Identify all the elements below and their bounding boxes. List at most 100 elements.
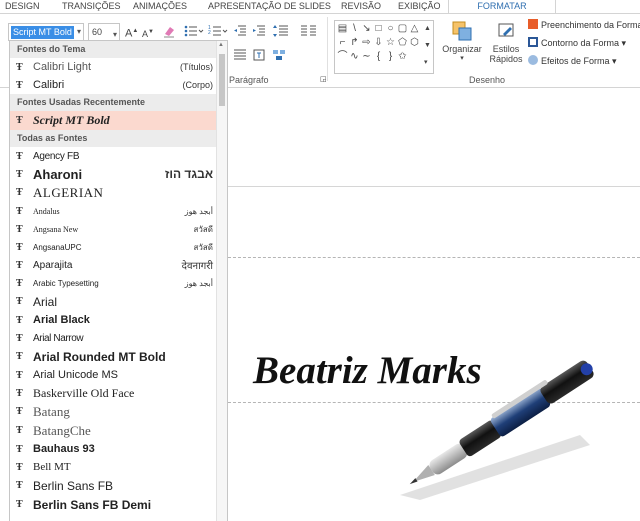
font-item-name: Bell MT: [33, 461, 71, 473]
text-direction-icon[interactable]: [252, 48, 266, 66]
bent-arrow-shape-icon[interactable]: ↱: [349, 37, 360, 48]
tab-transitions[interactable]: TRANSIÇÕES: [62, 0, 121, 13]
right-angle-shape-icon[interactable]: ⌐: [337, 37, 348, 48]
font-item-arabic-typesetting[interactable]: Ŧ Arabic Typesetting أبجد هوز: [10, 274, 227, 292]
curve-shape-icon[interactable]: ∿: [349, 51, 360, 62]
font-size-combobox[interactable]: 60 ▾: [88, 23, 120, 41]
scroll-up-icon[interactable]: ▲: [218, 42, 224, 48]
truetype-icon: Ŧ: [16, 187, 23, 198]
gallery-more-icon[interactable]: ▾: [424, 57, 428, 69]
pen-image[interactable]: [380, 355, 610, 505]
font-item-andalus[interactable]: Ŧ Andalus أبجد هوز: [10, 202, 227, 220]
rounded-rectangle-shape-icon[interactable]: ▢: [397, 23, 408, 34]
font-item-arial-unicode-ms[interactable]: Ŧ Arial Unicode MS: [10, 366, 227, 384]
font-item-bell-mt[interactable]: Ŧ Bell MT: [10, 458, 227, 476]
font-item-batangche[interactable]: Ŧ BatangChe: [10, 421, 227, 440]
shape-fill-button[interactable]: Preenchimento da Forma: [528, 19, 640, 30]
font-item-angsanaupc[interactable]: Ŧ AngsanaUPC สวัสดี: [10, 238, 227, 256]
font-item-sample: สวัสดี: [193, 242, 213, 252]
pen-outline-icon: [528, 37, 538, 47]
arrange-button[interactable]: Organizar ▾: [440, 20, 484, 62]
quick-styles-label: Estilos Rápidos: [489, 44, 523, 64]
font-item-berlin-sans-fb-demi[interactable]: Ŧ Berlin Sans FB Demi: [10, 495, 227, 514]
columns-icon[interactable]: [300, 24, 318, 42]
tab-format[interactable]: FORMATAR: [448, 0, 556, 13]
tab-design[interactable]: DESIGN: [5, 0, 40, 13]
font-item-calibri[interactable]: Ŧ Calibri (Corpo): [10, 76, 227, 94]
gallery-scroll-down-icon[interactable]: ▼: [424, 40, 431, 52]
font-item-baskerville-old-face[interactable]: Ŧ Baskerville Old Face: [10, 384, 227, 402]
shrink-font-icon[interactable]: A▼: [142, 26, 154, 40]
down-arrow-shape-icon[interactable]: ⇩: [373, 37, 384, 48]
font-item-batang[interactable]: Ŧ Batang: [10, 402, 227, 421]
left-brace-shape-icon[interactable]: {: [373, 51, 384, 62]
tab-view[interactable]: EXIBIÇÃO: [398, 0, 441, 13]
font-item-berlin-sans-fb[interactable]: Ŧ Berlin Sans FB: [10, 476, 227, 495]
font-item-arial-black[interactable]: Ŧ Arial Black: [10, 311, 227, 329]
font-item-angsana-new[interactable]: Ŧ Angsana New สวัสดี: [10, 220, 227, 238]
font-item-script-mt-bold[interactable]: Ŧ Script MT Bold: [10, 111, 227, 130]
slide-top-border: [228, 186, 640, 187]
grow-font-icon[interactable]: A▲: [125, 25, 138, 40]
font-item-name: Aharoni: [33, 166, 83, 182]
rectangle-shape-icon[interactable]: □: [373, 23, 384, 34]
oval-shape-icon[interactable]: ○: [385, 23, 396, 34]
arrow-shape-icon[interactable]: ↘: [361, 23, 372, 34]
tab-animations[interactable]: ANIMAÇÕES: [133, 0, 187, 13]
text-box-shape-icon[interactable]: ▤: [337, 23, 348, 34]
dialog-launcher-icon[interactable]: ◲: [320, 74, 327, 86]
right-arrow-shape-icon[interactable]: ⇨: [361, 37, 372, 48]
hexagon-shape-icon[interactable]: ⬡: [409, 37, 420, 48]
truetype-icon: Ŧ: [16, 369, 23, 381]
font-item-sample: देवनागरी: [181, 261, 213, 272]
font-item-calibri-light[interactable]: Ŧ Calibri Light (Títulos): [10, 58, 227, 76]
line-shape-icon[interactable]: \: [349, 23, 360, 34]
tab-slideshow[interactable]: APRESENTAÇÃO DE SLIDES: [208, 0, 331, 13]
font-item-arial-narrow[interactable]: Ŧ Arial Narrow: [10, 329, 227, 347]
group-separator: [327, 17, 328, 81]
font-item-name: Berlin Sans FB Demi: [33, 497, 152, 512]
triangle-shape-icon[interactable]: △: [409, 23, 420, 34]
decrease-indent-icon[interactable]: [233, 24, 247, 42]
font-item-usage: (Corpo): [182, 80, 213, 90]
font-item-aharoni[interactable]: Ŧ Aharoni אבגד הוז: [10, 165, 227, 183]
arrange-icon: [451, 20, 473, 42]
star-shape-icon[interactable]: ✩: [397, 51, 408, 62]
align-text-icon[interactable]: [233, 48, 247, 66]
ribbon-tab-bar: DESIGN TRANSIÇÕES ANIMAÇÕES APRESENTAÇÃO…: [0, 0, 640, 13]
increase-indent-icon[interactable]: [252, 24, 266, 42]
wave-shape-icon[interactable]: ∼: [361, 51, 372, 62]
right-brace-shape-icon[interactable]: }: [385, 51, 396, 62]
smartart-icon[interactable]: [272, 48, 286, 66]
font-item-aparajita[interactable]: Ŧ Aparajita देवनागरी: [10, 256, 227, 274]
shape-outline-label: Contorno da Forma: [541, 38, 620, 48]
font-dropdown-list[interactable]: Fontes do Tema Ŧ Calibri Light (Títulos)…: [9, 40, 228, 521]
line-spacing-icon[interactable]: [272, 24, 290, 42]
section-header-all-fonts: Todas as Fontes: [10, 130, 227, 147]
font-item-bauhaus-93[interactable]: Ŧ Bauhaus 93: [10, 440, 227, 458]
quick-styles-button[interactable]: Estilos Rápidos: [487, 20, 525, 64]
scrollbar-thumb[interactable]: [219, 54, 225, 106]
font-item-arial[interactable]: Ŧ Arial: [10, 292, 227, 311]
shape-effects-button[interactable]: Efeitos de Forma ▾: [528, 55, 617, 67]
shape-outline-button[interactable]: Contorno da Forma ▾: [528, 37, 626, 49]
truetype-icon: Ŧ: [16, 205, 23, 217]
font-item-algerian[interactable]: Ŧ ALGERIAN: [10, 183, 227, 202]
font-name-value[interactable]: Script MT Bold: [11, 26, 74, 39]
effects-icon: [528, 55, 538, 65]
svg-text:2: 2: [208, 30, 211, 36]
dropdown-scrollbar[interactable]: ▲: [216, 41, 227, 521]
pentagon-shape-icon[interactable]: ⬠: [397, 37, 408, 48]
shapes-gallery[interactable]: ▤ \ ↘ □ ○ ▢ △ ⌐ ↱ ⇨ ⇩ ☆ ⬠ ⬡ ⌒ ∿ ∼ { } ✩ …: [334, 20, 434, 74]
font-item-arial-rounded-mt-bold[interactable]: Ŧ Arial Rounded MT Bold: [10, 347, 227, 366]
font-name-combobox[interactable]: Script MT Bold ▾: [8, 23, 84, 41]
truetype-icon: Ŧ: [16, 314, 23, 326]
truetype-icon: Ŧ: [16, 480, 23, 491]
font-size-value[interactable]: 60: [92, 27, 102, 37]
freeform-shape-icon[interactable]: ⌒: [337, 51, 348, 62]
font-item-agency-fb[interactable]: Ŧ Agency FB: [10, 147, 227, 165]
star-shape-icon[interactable]: ☆: [385, 37, 396, 48]
tab-review[interactable]: REVISÃO: [341, 0, 381, 13]
chevron-down-icon[interactable]: ▾: [77, 27, 81, 36]
gallery-scroll-up-icon[interactable]: ▲: [424, 23, 431, 35]
